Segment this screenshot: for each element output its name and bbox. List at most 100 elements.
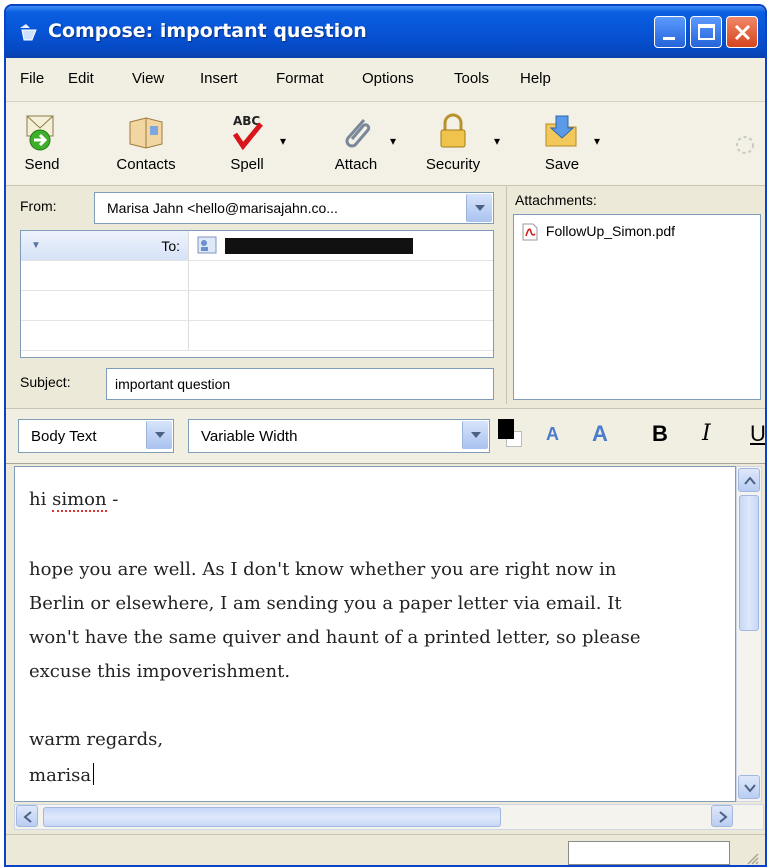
- security-label: Security: [425, 156, 481, 173]
- bold-button[interactable]: B: [652, 421, 668, 447]
- maximize-icon: [698, 24, 715, 40]
- window-title: Compose: important question: [48, 20, 367, 42]
- main-toolbar: Send Contacts ABC ▾ Spell ▾ Attach ▾ Sec…: [6, 102, 765, 186]
- smaller-text-button[interactable]: A: [546, 424, 559, 445]
- subject-input[interactable]: important question: [106, 368, 494, 400]
- close-button[interactable]: [726, 16, 758, 48]
- save-button[interactable]: ▾ Save: [534, 108, 600, 182]
- subject-label: Subject:: [20, 374, 71, 390]
- maximize-button[interactable]: [690, 16, 722, 48]
- menu-bar: File Edit View Insert Format Options Too…: [6, 58, 765, 102]
- spell-label: Spell: [230, 156, 264, 173]
- spell-dropdown-icon[interactable]: ▾: [280, 134, 286, 148]
- font-dropdown-icon[interactable]: [462, 421, 488, 449]
- format-toolbar: Body Text Variable Width A A B I U: [6, 408, 765, 464]
- throbber-icon: [736, 136, 754, 154]
- body-line: hope you are well. As I don't know wheth…: [29, 559, 617, 580]
- menu-tools[interactable]: Tools: [454, 70, 489, 87]
- scroll-left-button[interactable]: [16, 805, 38, 827]
- paragraph-style-value: Body Text: [31, 428, 97, 445]
- font-select[interactable]: Variable Width: [188, 419, 490, 453]
- save-dropdown-icon[interactable]: ▾: [594, 134, 600, 148]
- italic-button[interactable]: I: [702, 421, 711, 446]
- compose-window: Compose: important question File Edit Vi…: [4, 4, 767, 867]
- recipient-row[interactable]: [21, 261, 493, 291]
- save-folder-icon: [545, 115, 577, 147]
- paragraph-style-dropdown-icon[interactable]: [146, 421, 172, 449]
- resize-grip-icon[interactable]: [745, 851, 759, 865]
- horizontal-scroll-thumb[interactable]: [43, 807, 501, 827]
- text-color-swatch[interactable]: [498, 419, 514, 439]
- security-button[interactable]: ▾ Security: [416, 108, 500, 182]
- font-value: Variable Width: [201, 428, 298, 445]
- padlock-icon: [440, 113, 466, 148]
- from-value: Marisa Jahn <hello@marisajahn.co...: [107, 200, 338, 216]
- recipient-row[interactable]: ▼ To:: [21, 231, 493, 261]
- menu-options[interactable]: Options: [362, 70, 414, 87]
- send-label: Send: [24, 156, 60, 173]
- scroll-down-button[interactable]: [738, 775, 760, 799]
- title-bar[interactable]: Compose: important question: [6, 6, 765, 58]
- address-header: From: Marisa Jahn <hello@marisajahn.co..…: [14, 186, 494, 404]
- contacts-button[interactable]: Contacts: [106, 108, 186, 182]
- close-icon: [734, 24, 751, 41]
- arrow-left-icon: [23, 811, 32, 823]
- message-body-editor[interactable]: hi simon - hope you are well. As I don't…: [14, 466, 736, 802]
- to-label: To:: [161, 238, 180, 254]
- recipient-type-empty[interactable]: [21, 291, 189, 320]
- attachment-item[interactable]: FollowUp_Simon.pdf: [522, 223, 675, 241]
- arrow-up-icon: [744, 476, 756, 485]
- contacts-label: Contacts: [116, 156, 176, 173]
- redacted-address: [225, 238, 413, 254]
- body-line: excuse this impoverishment.: [29, 661, 291, 682]
- arrow-down-icon: [744, 784, 756, 793]
- menu-edit[interactable]: Edit: [68, 70, 94, 87]
- chevron-down-icon: ▼: [31, 240, 41, 251]
- recipient-address[interactable]: [197, 236, 413, 257]
- security-dropdown-icon[interactable]: ▾: [494, 134, 500, 148]
- status-bar: [6, 834, 765, 865]
- vertical-scroll-thumb[interactable]: [739, 495, 759, 631]
- recipient-type-select[interactable]: ▼ To:: [21, 231, 189, 260]
- from-select[interactable]: Marisa Jahn <hello@marisajahn.co...: [94, 192, 494, 224]
- recipient-row[interactable]: [21, 291, 493, 321]
- contact-card-icon: [197, 236, 217, 254]
- from-label: From:: [20, 198, 57, 214]
- recipient-type-empty[interactable]: [21, 261, 189, 290]
- menu-view[interactable]: View: [132, 70, 164, 87]
- attach-dropdown-icon[interactable]: ▾: [390, 134, 396, 148]
- compose-icon: [20, 24, 37, 41]
- spell-button[interactable]: ABC ▾ Spell: [220, 108, 286, 182]
- status-panel: [568, 841, 730, 865]
- attachments-panel: Attachments: FollowUp_Simon.pdf: [506, 186, 764, 404]
- signature-line: marisa: [29, 763, 95, 786]
- save-label: Save: [544, 156, 580, 173]
- scroll-right-button[interactable]: [711, 805, 733, 827]
- body-line: won't have the same quiver and haunt of …: [29, 627, 641, 648]
- send-button[interactable]: Send: [14, 108, 70, 182]
- minimize-icon: [663, 37, 675, 40]
- recipient-type-empty[interactable]: [21, 321, 189, 350]
- from-dropdown-icon[interactable]: [466, 194, 492, 222]
- menu-format[interactable]: Format: [276, 70, 324, 87]
- paragraph-style-select[interactable]: Body Text: [18, 419, 174, 453]
- attachment-name: FollowUp_Simon.pdf: [545, 223, 676, 239]
- attach-button[interactable]: ▾ Attach: [326, 108, 396, 182]
- minimize-button[interactable]: [654, 16, 686, 48]
- body-line: Berlin or elsewhere, I am sending you a …: [29, 593, 622, 614]
- recipient-row[interactable]: [21, 321, 493, 351]
- attach-label: Attach: [334, 156, 378, 173]
- pdf-icon: [522, 223, 538, 241]
- send-icon: [26, 115, 54, 151]
- attachments-list[interactable]: FollowUp_Simon.pdf: [513, 214, 761, 400]
- larger-text-button[interactable]: A: [592, 421, 608, 447]
- menu-insert[interactable]: Insert: [200, 70, 238, 87]
- menu-file[interactable]: File: [20, 70, 44, 87]
- recipient-list[interactable]: ▼ To:: [20, 230, 494, 358]
- menu-help[interactable]: Help: [520, 70, 551, 87]
- vertical-scrollbar[interactable]: [736, 466, 762, 802]
- scroll-up-button[interactable]: [738, 468, 760, 492]
- underline-button[interactable]: U: [750, 421, 765, 447]
- closing-line: warm regards,: [29, 729, 164, 750]
- horizontal-scrollbar[interactable]: [14, 804, 764, 830]
